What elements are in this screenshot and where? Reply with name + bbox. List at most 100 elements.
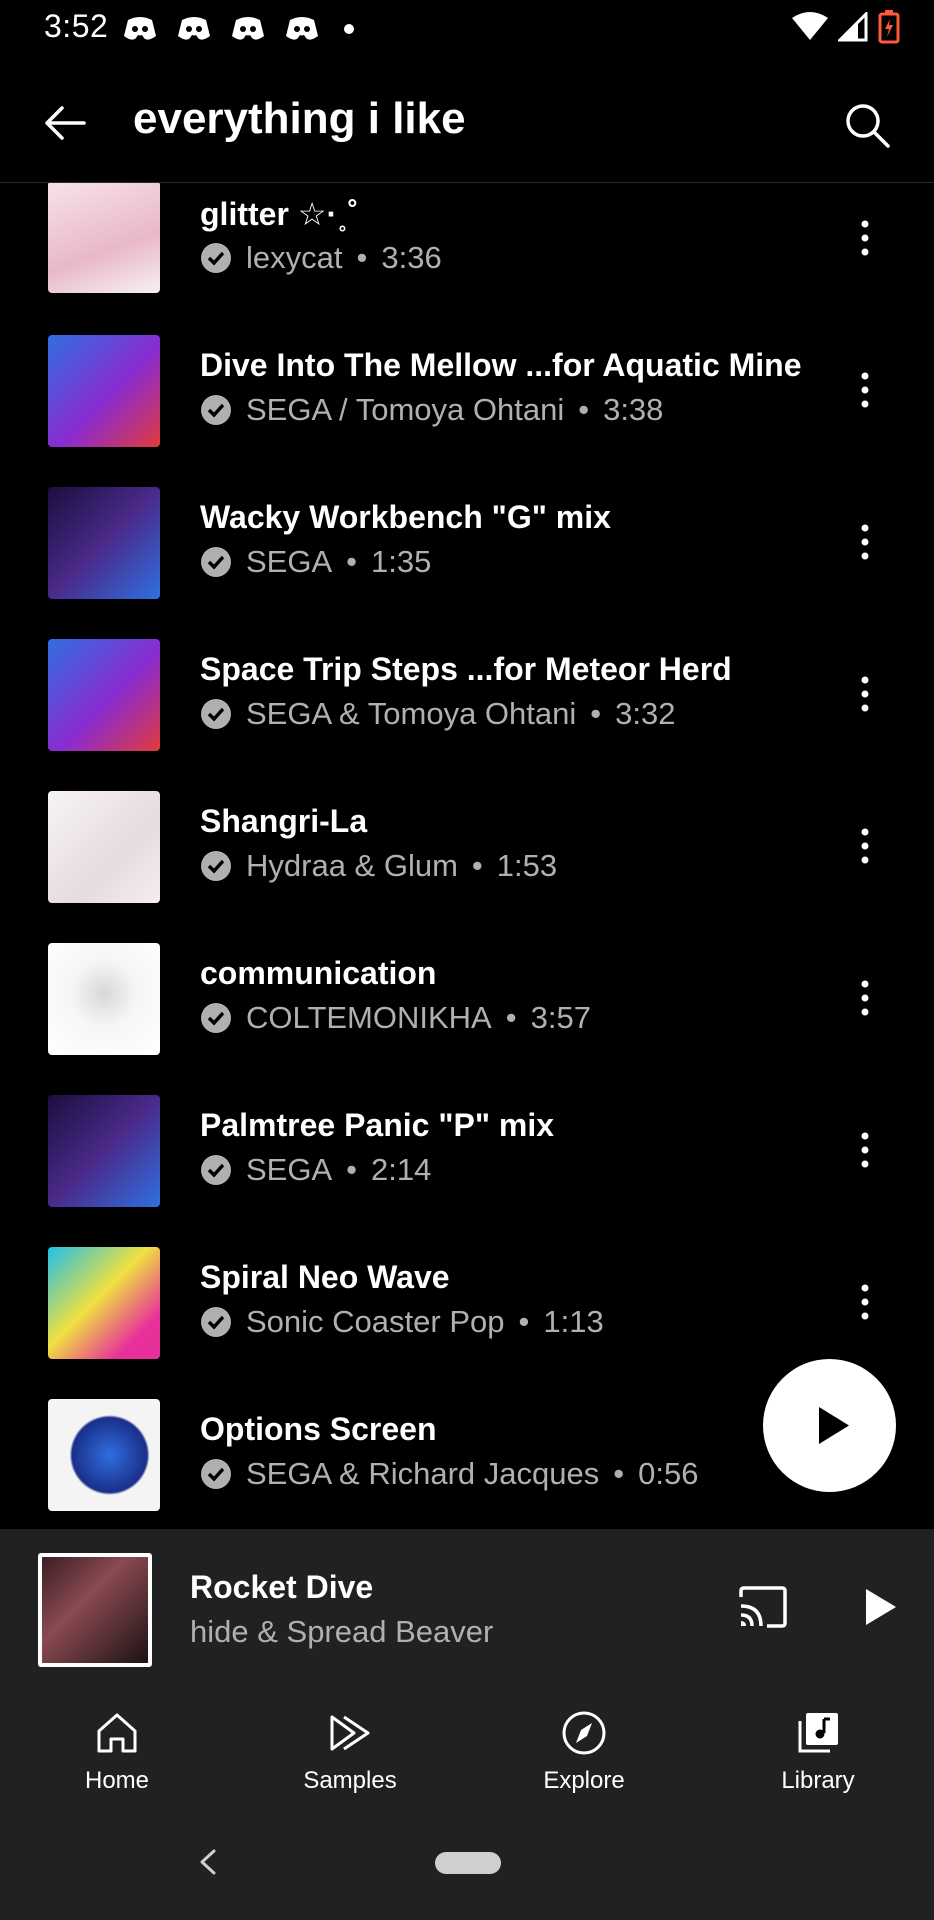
nav-label: Samples — [303, 1767, 397, 1794]
status-time: 3:52 — [44, 8, 109, 44]
track-artist: SEGA / Tomoya Ohtani — [246, 392, 565, 427]
verified-check-icon — [201, 243, 231, 273]
track-duration: 3:32 — [615, 696, 676, 731]
home-gesture-pill[interactable] — [435, 1852, 501, 1874]
battery-icon — [878, 10, 900, 44]
discord-notification-icon — [178, 17, 210, 40]
track-title: Shangri-La — [200, 803, 368, 839]
samples-icon — [330, 1715, 370, 1751]
more-notifications-dot — [344, 24, 354, 34]
track-subtitle: SEGA • 2:14 — [200, 1152, 431, 1188]
nav-item-home[interactable]: Home — [37, 1709, 197, 1795]
more-vert-icon[interactable] — [850, 517, 880, 567]
track-artist: SEGA — [246, 1152, 333, 1187]
wifi-icon — [792, 12, 828, 40]
library-icon — [798, 1713, 838, 1753]
track-thumbnail — [48, 335, 160, 447]
separator-dot: • — [471, 848, 483, 883]
verified-check-icon — [201, 547, 231, 577]
track-title: Dive Into The Mellow ...for Aquatic Mine — [200, 347, 802, 383]
back-arrow-icon[interactable] — [40, 98, 90, 148]
more-vert-icon[interactable] — [850, 365, 880, 415]
more-vert-icon[interactable] — [850, 669, 880, 719]
verified-check-icon — [201, 395, 231, 425]
verified-check-icon — [201, 699, 231, 729]
track-subtitle: Sonic Coaster Pop • 1:13 — [200, 1304, 604, 1340]
now-playing-artwork — [42, 1557, 148, 1663]
more-vert-icon[interactable] — [850, 1125, 880, 1175]
more-vert-icon[interactable] — [850, 1277, 880, 1327]
track-thumbnail — [48, 639, 160, 751]
track-title: communication — [200, 955, 437, 991]
mini-player[interactable]: Rocket Dive hide & Spread Beaver — [0, 1529, 934, 1681]
separator-dot: • — [578, 392, 590, 427]
nav-item-samples[interactable]: Samples — [270, 1709, 430, 1795]
track-artist: lexycat — [246, 240, 343, 275]
list-item[interactable]: Palmtree Panic "P" mix SEGA • 2:14 — [0, 1095, 934, 1247]
cast-icon[interactable] — [737, 1585, 789, 1629]
verified-check-icon — [201, 1307, 231, 1337]
play-all-button[interactable] — [763, 1359, 896, 1492]
track-subtitle: SEGA • 1:35 — [200, 544, 431, 580]
now-playing-title: Rocket Dive — [190, 1569, 374, 1605]
track-subtitle: COLTEMONIKHA • 3:57 — [200, 1000, 591, 1036]
now-playing-thumbnail — [38, 1553, 152, 1667]
track-subtitle: lexycat • 3:36 — [200, 240, 442, 276]
track-artist: Sonic Coaster Pop — [246, 1304, 505, 1339]
more-vert-icon[interactable] — [850, 973, 880, 1023]
track-artist: SEGA — [246, 544, 333, 579]
now-playing-artist: hide & Spread Beaver — [190, 1614, 494, 1649]
track-duration: 2:14 — [371, 1152, 432, 1187]
track-artist: SEGA & Tomoya Ohtani — [246, 696, 577, 731]
play-icon[interactable] — [860, 1585, 900, 1629]
more-vert-icon[interactable] — [850, 821, 880, 871]
separator-dot: • — [505, 1000, 517, 1035]
status-bar: 3:52 — [0, 0, 934, 58]
separator-dot: • — [518, 1304, 530, 1339]
list-item[interactable]: glitter ☆·˳˚ lexycat • 3:36 — [0, 183, 934, 335]
discord-notification-icon — [232, 17, 264, 40]
list-item[interactable]: Shangri-La Hydraa & Glum • 1:53 — [0, 791, 934, 943]
track-duration: 1:53 — [496, 848, 558, 883]
separator-dot: • — [613, 1456, 625, 1491]
track-thumbnail — [48, 487, 160, 599]
track-artist: SEGA & Richard Jacques — [246, 1456, 600, 1491]
separator-dot: • — [346, 544, 358, 579]
nav-item-explore[interactable]: Explore — [504, 1709, 664, 1795]
separator-dot: • — [356, 240, 368, 275]
track-subtitle: SEGA & Richard Jacques • 0:56 — [200, 1456, 698, 1492]
verified-check-icon — [201, 851, 231, 881]
track-duration: 3:57 — [530, 1000, 591, 1035]
track-duration: 1:35 — [371, 544, 432, 579]
more-vert-icon[interactable] — [850, 213, 880, 263]
verified-check-icon — [201, 1003, 231, 1033]
nav-label: Library — [781, 1767, 855, 1794]
notification-icons — [122, 14, 354, 44]
track-artist: Hydraa & Glum — [246, 848, 458, 883]
track-thumbnail — [48, 943, 160, 1055]
nav-label: Explore — [543, 1767, 625, 1794]
track-subtitle: SEGA & Tomoya Ohtani • 3:32 — [200, 696, 675, 732]
list-item[interactable]: Dive Into The Mellow ...for Aquatic Mine… — [0, 335, 934, 487]
track-thumbnail — [48, 183, 160, 293]
system-back-icon[interactable] — [196, 1847, 220, 1877]
search-icon[interactable] — [842, 100, 892, 150]
play-icon — [819, 1407, 849, 1444]
page-title: everything i like — [133, 94, 466, 143]
separator-dot: • — [346, 1152, 358, 1187]
track-duration: 0:56 — [638, 1456, 699, 1491]
track-subtitle: Hydraa & Glum • 1:53 — [200, 848, 557, 884]
list-item[interactable]: Space Trip Steps ...for Meteor Herd SEGA… — [0, 639, 934, 791]
track-title: Spiral Neo Wave — [200, 1259, 450, 1295]
track-title: Space Trip Steps ...for Meteor Herd — [200, 651, 732, 687]
verified-check-icon — [201, 1459, 231, 1489]
bottom-navigation: Home Samples Explore Library — [0, 1681, 934, 1807]
discord-notification-icon — [124, 17, 156, 40]
list-item[interactable]: Wacky Workbench "G" mix SEGA • 1:35 — [0, 487, 934, 639]
track-title: Options Screen — [200, 1411, 437, 1447]
track-thumbnail — [48, 1247, 160, 1359]
list-item[interactable]: communication COLTEMONIKHA • 3:57 — [0, 943, 934, 1095]
track-thumbnail — [48, 1095, 160, 1207]
track-thumbnail — [48, 1399, 160, 1511]
nav-item-library[interactable]: Library — [738, 1709, 898, 1795]
